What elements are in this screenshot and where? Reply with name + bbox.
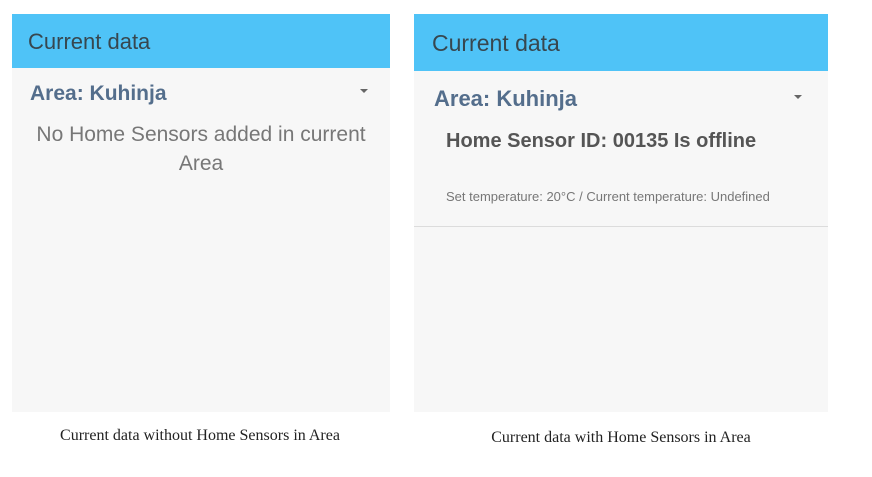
empty-state-message: No Home Sensors added in current Area [36,123,366,175]
area-dropdown-value: Area: Kuhinja [434,86,578,111]
area-dropdown-value: Area: Kuhinja [30,82,167,105]
sensor-title: Home Sensor ID: 00135 Is offline [446,130,757,152]
sensor-temperature-details: Set temperature: 20°C / Current temperat… [446,189,770,204]
caret-down-icon[interactable] [360,89,368,93]
area-dropdown[interactable]: Area: Kuhinja [414,80,828,114]
screen-without-sensors: Current data Area: Kuhinja No Home Senso… [12,14,390,412]
sensor-list-item[interactable]: Home Sensor ID: 00135 Is offline Set tem… [414,122,828,227]
screen-with-sensors: Current data Area: Kuhinja Home Sensor I… [414,14,828,412]
app-bar-title: Current data [432,30,560,56]
app-bar: Current data [414,14,828,71]
caption-without-sensors: Current data without Home Sensors in Are… [60,427,340,444]
caption-with-sensors: Current data with Home Sensors in Area [491,429,751,446]
app-bar: Current data [12,14,390,68]
app-bar-title: Current data [28,29,151,54]
caret-down-icon[interactable] [794,95,802,99]
area-dropdown[interactable]: Area: Kuhinja [12,76,390,110]
